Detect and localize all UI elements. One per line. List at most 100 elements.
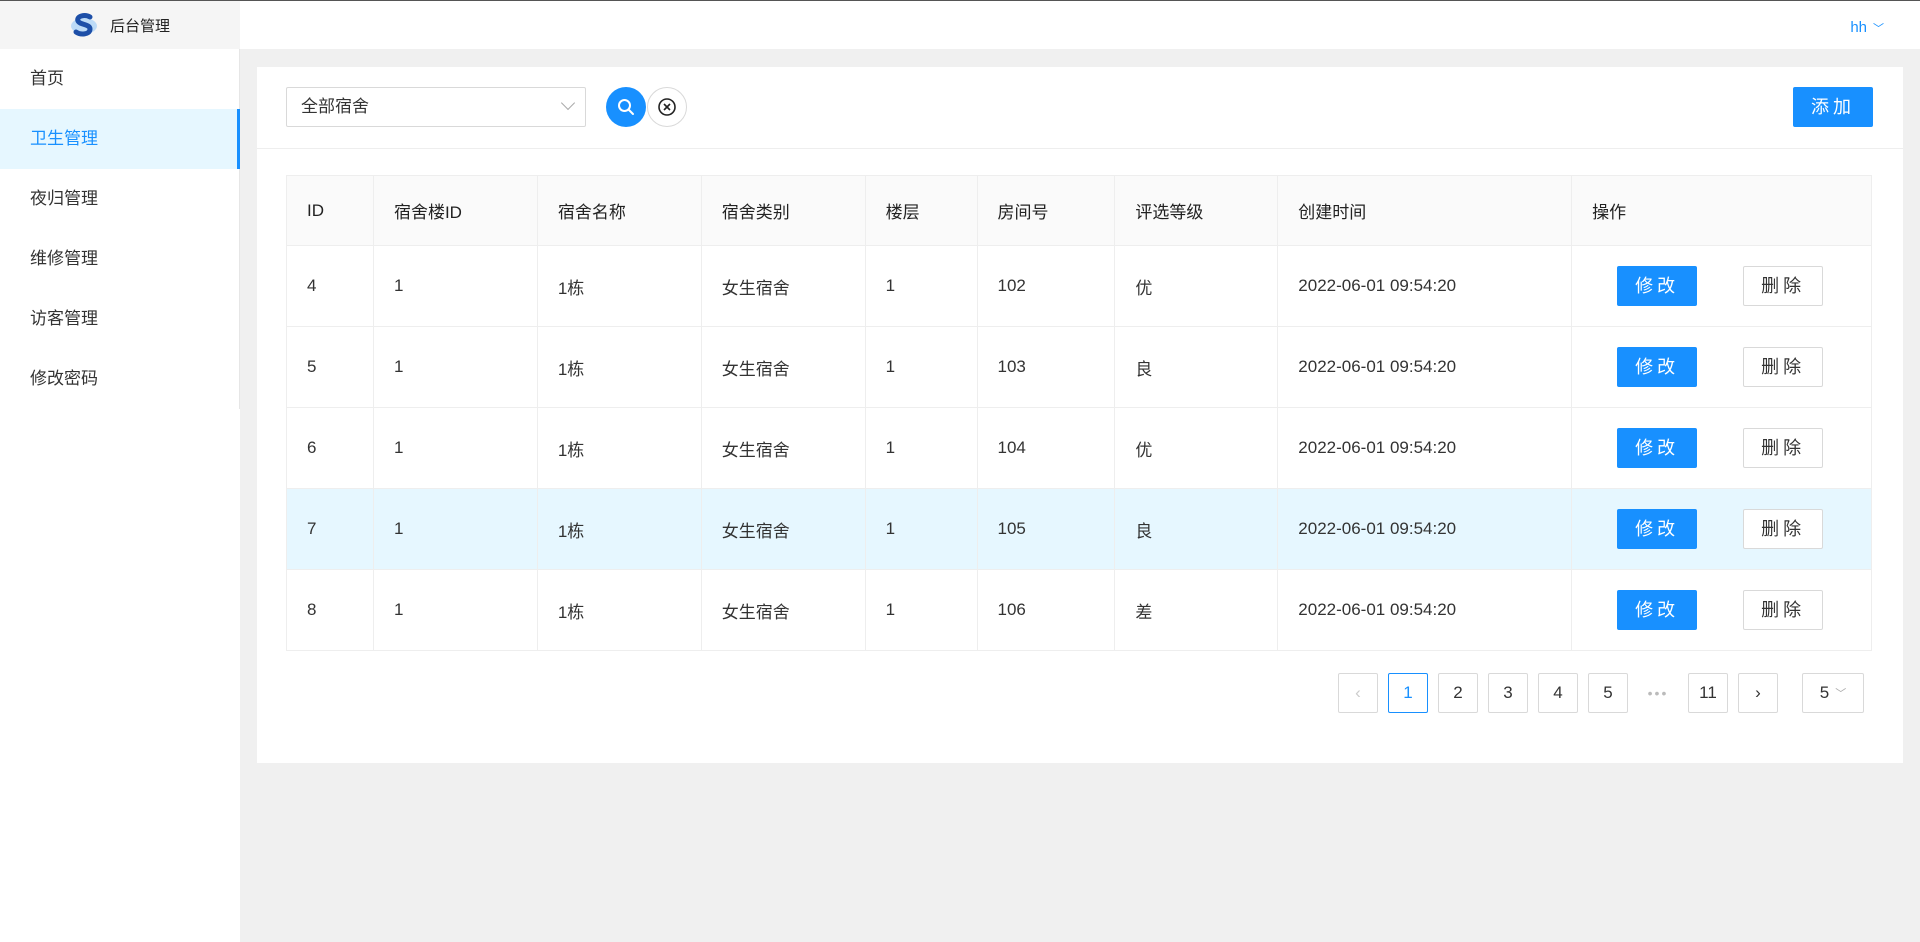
user-menu[interactable]: hh ﹀ [1850,19,1884,36]
cell-id: 7 [286,488,374,570]
column-header-floor: 楼层 [865,175,978,246]
cell-building-id: 1 [373,245,538,327]
cell-dorm-type: 女生宿舍 [701,569,866,651]
table-row: 8 1 1栋 女生宿舍 1 106 差 2022-06-01 09:54:20 … [286,569,1872,651]
sidebar-item-repair[interactable]: 维修管理 [0,229,239,289]
cell-dorm-name: 1栋 [537,569,702,651]
sidebar-item-visitor[interactable]: 访客管理 [0,289,239,349]
edit-button[interactable]: 修改 [1617,428,1698,468]
next-page-button[interactable]: › [1738,673,1778,713]
column-header-grade: 评选等级 [1114,175,1279,246]
cell-room: 103 [977,326,1116,408]
cell-dorm-type: 女生宿舍 [701,407,866,489]
sidebar-item-home[interactable]: 首页 [0,49,239,109]
dorm-filter-value: 全部宿舍 [301,97,369,116]
delete-button[interactable]: 删除 [1743,509,1824,549]
delete-button[interactable]: 删除 [1743,428,1824,468]
page-size-value: 5 [1819,683,1830,702]
delete-button[interactable]: 删除 [1743,347,1824,387]
edit-button[interactable]: 修改 [1617,509,1698,549]
logo-area: 后台管理 [0,1,240,49]
cell-grade: 良 [1114,326,1279,408]
cell-room: 104 [977,407,1116,489]
page-button-4[interactable]: 4 [1538,673,1578,713]
edit-button[interactable]: 修改 [1617,266,1698,306]
cell-floor: 1 [865,326,978,408]
cell-actions: 修改 删除 [1571,407,1872,489]
edit-button[interactable]: 修改 [1617,347,1698,387]
page-button-2[interactable]: 2 [1438,673,1478,713]
sidebar-menu: 首页 卫生管理 夜归管理 维修管理 访客管理 修改密码 [0,49,240,409]
logo-s-icon [70,11,98,39]
cell-actions: 修改 删除 [1571,326,1872,408]
cell-id: 8 [286,569,374,651]
page-size-select[interactable]: 5 ﹀ [1802,673,1864,713]
table-row: 6 1 1栋 女生宿舍 1 104 优 2022-06-01 09:54:20 … [286,407,1872,489]
delete-button[interactable]: 删除 [1743,590,1824,630]
delete-button[interactable]: 删除 [1743,266,1824,306]
cell-building-id: 1 [373,488,538,570]
toolbar: 全部宿舍 添加 [257,67,1903,149]
cell-floor: 1 [865,569,978,651]
cell-dorm-name: 1栋 [537,245,702,327]
cell-created: 2022-06-01 09:54:20 [1277,488,1573,570]
top-header: hh ﹀ [240,1,1920,49]
column-header-building-id: 宿舍楼ID [373,175,538,246]
table-row: 5 1 1栋 女生宿舍 1 103 良 2022-06-01 09:54:20 … [286,326,1872,408]
chevron-down-icon: ﹀ [1873,22,1884,35]
page-button-5[interactable]: 5 [1588,673,1628,713]
user-name: hh [1850,19,1867,36]
sidebar-item-night-return[interactable]: 夜归管理 [0,169,239,229]
table-header-row: ID 宿舍楼ID 宿舍名称 宿舍类别 楼层 房间号 评选等级 创建时间 操作 [286,175,1872,246]
page-button-3[interactable]: 3 [1488,673,1528,713]
cell-grade: 优 [1114,245,1279,327]
search-button[interactable] [606,87,646,127]
column-header-dorm-type: 宿舍类别 [701,175,866,246]
cell-dorm-type: 女生宿舍 [701,488,866,570]
sidebar-item-hygiene[interactable]: 卫生管理 [0,109,240,169]
cell-building-id: 1 [373,407,538,489]
cell-dorm-name: 1栋 [537,407,702,489]
search-icon [618,99,634,115]
page-button-1[interactable]: 1 [1388,673,1428,713]
page-button-last[interactable]: 11 [1688,673,1728,713]
cell-created: 2022-06-01 09:54:20 [1277,569,1573,651]
cell-grade: 优 [1114,407,1279,489]
page-ellipsis[interactable]: ••• [1638,673,1678,713]
chevron-down-icon: ﹀ [1835,688,1847,700]
cell-created: 2022-06-01 09:54:20 [1277,245,1573,327]
chevron-down-icon [560,95,576,111]
cell-id: 6 [286,407,374,489]
add-button[interactable]: 添加 [1793,87,1873,127]
column-header-room: 房间号 [977,175,1116,246]
app-root: 后台管理 首页 卫生管理 夜归管理 维修管理 访客管理 修改密码 hh ﹀ 全部… [0,0,1920,942]
cell-created: 2022-06-01 09:54:20 [1277,407,1573,489]
cell-id: 5 [286,326,374,408]
column-header-created: 创建时间 [1277,175,1573,246]
cell-dorm-type: 女生宿舍 [701,245,866,327]
column-header-dorm-name: 宿舍名称 [537,175,702,246]
sidebar-item-change-password[interactable]: 修改密码 [0,349,239,409]
cell-floor: 1 [865,245,978,327]
cell-dorm-name: 1栋 [537,488,702,570]
column-header-actions: 操作 [1571,175,1872,246]
cell-dorm-type: 女生宿舍 [701,326,866,408]
edit-button[interactable]: 修改 [1617,590,1698,630]
close-circle-icon [658,98,676,116]
sidebar: 后台管理 首页 卫生管理 夜归管理 维修管理 访客管理 修改密码 [0,1,240,942]
hygiene-table: ID 宿舍楼ID 宿舍名称 宿舍类别 楼层 房间号 评选等级 创建时间 操作 4… [286,175,1872,651]
logo-text: 后台管理 [109,17,170,35]
cell-room: 106 [977,569,1116,651]
content-card: 全部宿舍 添加 ID 宿舍楼ID 宿舍名称 宿舍类别 楼层 房间号 评选等级 创… [257,67,1903,763]
dorm-filter-select[interactable]: 全部宿舍 [286,87,586,127]
prev-page-button[interactable]: ‹ [1338,673,1378,713]
cell-created: 2022-06-01 09:54:20 [1277,326,1573,408]
cell-actions: 修改 删除 [1571,569,1872,651]
cell-building-id: 1 [373,569,538,651]
cell-grade: 良 [1114,488,1279,570]
cell-dorm-name: 1栋 [537,326,702,408]
cell-actions: 修改 删除 [1571,488,1872,570]
cell-id: 4 [286,245,374,327]
reset-button[interactable] [647,87,687,127]
cell-building-id: 1 [373,326,538,408]
